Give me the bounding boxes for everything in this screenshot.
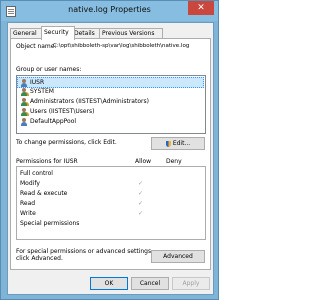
permission-name: Full control <box>20 170 53 177</box>
security-panel: Object name: C:\opt\shibboleth-sp\var\lo… <box>10 38 211 270</box>
edit-button-label: Edit... <box>172 140 191 147</box>
permissions-header: Permissions for IUSR <box>16 158 78 165</box>
advanced-text-line2: click Advanced. <box>16 255 63 262</box>
list-item-system[interactable]: SYSTEM <box>18 87 202 96</box>
group-label: Group or user names: <box>16 66 82 73</box>
ok-button[interactable]: OK <box>90 277 128 290</box>
table-row: Modify ✓ <box>20 180 202 188</box>
allow-check: ✓ <box>138 180 144 187</box>
permission-name: Special permissions <box>20 220 80 227</box>
list-item-users[interactable]: Users (IISTEST\Users) <box>18 107 202 116</box>
group-icon <box>20 97 28 106</box>
user-icon <box>20 78 28 87</box>
tab-security[interactable]: Security <box>41 26 75 40</box>
list-item-label: Users (IISTEST\Users) <box>30 108 95 115</box>
object-name-value: C:\opt\shibboleth-sp\var\log\shibboleth\… <box>53 43 190 49</box>
properties-window: native.log Properties ✕ General Security… <box>0 0 219 300</box>
list-item-defaultapppool[interactable]: DefaultAppPool <box>18 117 202 126</box>
advanced-button[interactable]: Advanced <box>151 250 205 263</box>
title-bar[interactable]: native.log Properties ✕ <box>1 1 218 21</box>
apply-button[interactable]: Apply <box>172 277 210 290</box>
allow-check: ✓ <box>138 200 144 207</box>
permissions-table: Full control Modify ✓ Read & execute ✓ R… <box>16 166 206 240</box>
table-row: Full control <box>20 170 202 178</box>
allow-check: ✓ <box>138 190 144 197</box>
deny-header: Deny <box>166 158 182 165</box>
table-row: Special permissions <box>20 220 202 228</box>
user-icon <box>20 117 28 126</box>
change-permissions-text: To change permissions, click Edit. <box>16 139 117 146</box>
list-item-label: DefaultAppPool <box>30 118 77 125</box>
shield-icon <box>165 140 171 147</box>
group-icon <box>20 107 28 116</box>
object-name-label: Object name: <box>16 43 57 50</box>
permission-name: Read & execute <box>20 190 68 197</box>
permission-name: Modify <box>20 180 40 187</box>
user-list[interactable]: IUSR SYSTEM Administrators (IISTEST\Admi… <box>16 75 206 134</box>
table-row: Read ✓ <box>20 200 202 208</box>
allow-header: Allow <box>135 158 152 165</box>
close-button[interactable]: ✕ <box>188 1 214 15</box>
cancel-button[interactable]: Cancel <box>131 277 169 290</box>
table-row: Read & execute ✓ <box>20 190 202 198</box>
window-title: native.log Properties <box>68 5 151 14</box>
advanced-text-line1: For special permissions or advanced sett… <box>16 248 154 255</box>
permission-name: Write <box>20 210 36 217</box>
allow-check: ✓ <box>138 210 144 217</box>
list-item-label: Administrators (IISTEST\Administrators) <box>30 98 149 105</box>
list-item-label: IUSR <box>30 79 45 86</box>
table-row: Write ✓ <box>20 210 202 218</box>
edit-button[interactable]: Edit... <box>151 137 205 150</box>
list-item-label: SYSTEM <box>30 88 54 95</box>
permission-name: Read <box>20 200 36 207</box>
group-icon <box>20 87 28 96</box>
list-item-administrators[interactable]: Administrators (IISTEST\Administrators) <box>18 97 202 106</box>
dialog-client: General Security Details Previous Versio… <box>7 22 214 295</box>
